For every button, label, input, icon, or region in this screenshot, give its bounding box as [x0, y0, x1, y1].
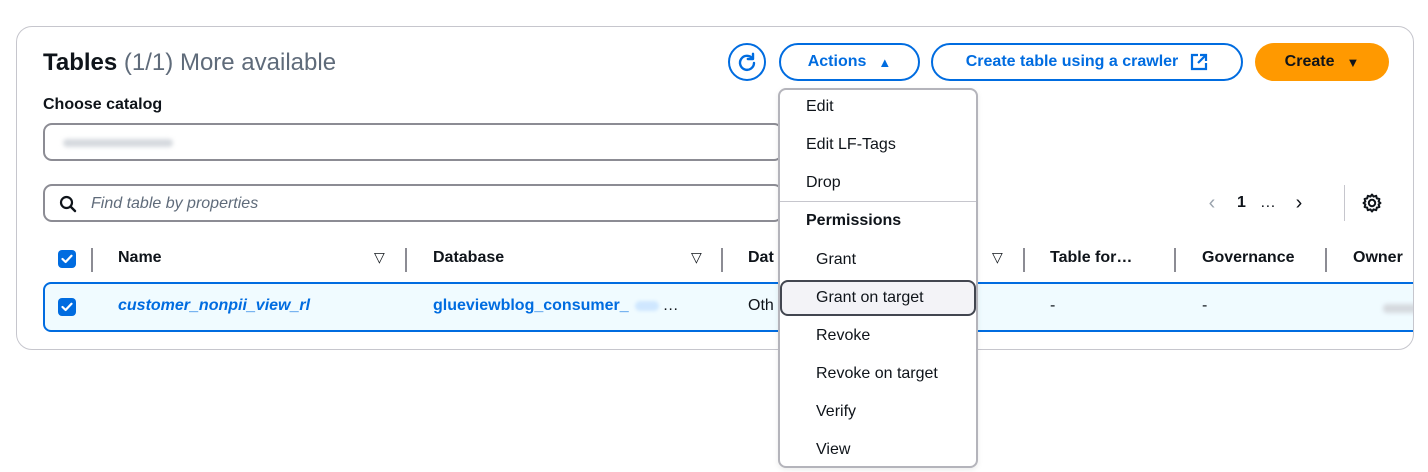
refresh-icon: [738, 52, 756, 72]
page-1-button[interactable]: 1: [1237, 194, 1246, 212]
menu-item-edit-lf-tags[interactable]: Edit LF-Tags: [806, 136, 896, 154]
menu-item-edit[interactable]: Edit: [806, 98, 834, 116]
menu-item-grant-on-target[interactable]: Grant on target: [816, 289, 924, 307]
create-table-crawler-button[interactable]: Create table using a crawler: [931, 43, 1243, 81]
column-header-name[interactable]: Name: [118, 249, 162, 267]
column-divider: [721, 248, 723, 272]
redacted-catalog-id: [63, 139, 173, 147]
menu-group-permissions: Permissions: [806, 212, 902, 229]
column-divider: [1174, 248, 1176, 272]
refresh-button[interactable]: [728, 43, 766, 81]
chevron-left-icon[interactable]: ‹: [1201, 192, 1223, 215]
redacted-database-suffix: [634, 300, 659, 311]
row-checkbox[interactable]: [58, 298, 76, 316]
menu-item-view[interactable]: View: [816, 441, 850, 459]
external-link-icon: [1190, 53, 1208, 71]
column-header-database[interactable]: Database: [433, 249, 504, 267]
crawler-label: Create table using a crawler: [965, 53, 1179, 70]
chevron-right-icon[interactable]: ›: [1288, 192, 1310, 215]
catalog-label: Choose catalog: [43, 96, 163, 113]
menu-item-drop[interactable]: Drop: [806, 174, 841, 192]
actions-button[interactable]: Actions ▲: [779, 43, 920, 81]
create-label: Create: [1284, 53, 1335, 70]
column-divider: [1325, 248, 1327, 272]
page-title: Tables (1/1) More available: [43, 49, 336, 77]
search-field[interactable]: [43, 184, 783, 222]
table-header: Name ▽ Database ▽ Dat ▽ Table for… Gover…: [17, 241, 1413, 281]
selection-count: (1/1): [123, 49, 174, 76]
column-header-data-location[interactable]: Dat: [748, 249, 774, 267]
column-divider: [91, 248, 93, 272]
menu-item-revoke[interactable]: Revoke: [816, 327, 870, 345]
pagination-divider: [1344, 185, 1345, 221]
menu-item-verify[interactable]: Verify: [816, 403, 856, 421]
caret-up-icon: ▲: [878, 54, 892, 70]
sort-icon[interactable]: ▽: [992, 249, 1003, 266]
pagination: ‹ 1 … ›: [1201, 191, 1310, 215]
tables-panel: Tables (1/1) More available Choose catal…: [16, 26, 1414, 350]
search-icon: [59, 195, 77, 213]
create-button[interactable]: Create ▼: [1255, 43, 1389, 81]
menu-item-grant[interactable]: Grant: [816, 251, 856, 269]
sort-icon[interactable]: ▽: [374, 249, 385, 266]
column-divider: [1023, 248, 1025, 272]
column-divider: [405, 248, 407, 272]
actions-label: Actions: [807, 53, 867, 70]
sort-icon[interactable]: ▽: [691, 249, 702, 266]
database-cell: glueviewblog_consumer_ …: [433, 297, 679, 315]
data-location-cell: Oth: [748, 297, 774, 314]
table-format-cell: -: [1050, 297, 1056, 314]
menu-item-revoke-on-target[interactable]: Revoke on target: [816, 365, 938, 383]
catalog-select[interactable]: [43, 123, 783, 161]
governance-cell: -: [1202, 297, 1208, 314]
menu-divider: [780, 201, 976, 202]
select-all-checkbox[interactable]: [58, 250, 76, 268]
column-header-table-format[interactable]: Table for…: [1050, 249, 1132, 267]
caret-down-icon: ▼: [1346, 54, 1360, 70]
actions-dropdown-menu: Edit Edit LF-Tags Drop Permissions Grant…: [778, 88, 978, 468]
gear-icon[interactable]: [1361, 192, 1383, 219]
column-header-governance[interactable]: Governance: [1202, 249, 1294, 267]
table-name-link[interactable]: customer_nonpii_view_rl: [118, 297, 310, 315]
pagination-ellipsis: …: [1259, 194, 1276, 211]
more-available-text: More available: [179, 49, 337, 76]
search-input[interactable]: [89, 192, 693, 216]
table-row[interactable]: customer_nonpii_view_rl glueviewblog_con…: [43, 282, 1413, 332]
title-text: Tables: [43, 49, 118, 76]
column-header-owner[interactable]: Owner: [1353, 249, 1403, 267]
redacted-owner: [1383, 304, 1413, 313]
database-link[interactable]: glueviewblog_consumer_: [433, 297, 629, 314]
database-ellipsis: …: [662, 297, 679, 314]
